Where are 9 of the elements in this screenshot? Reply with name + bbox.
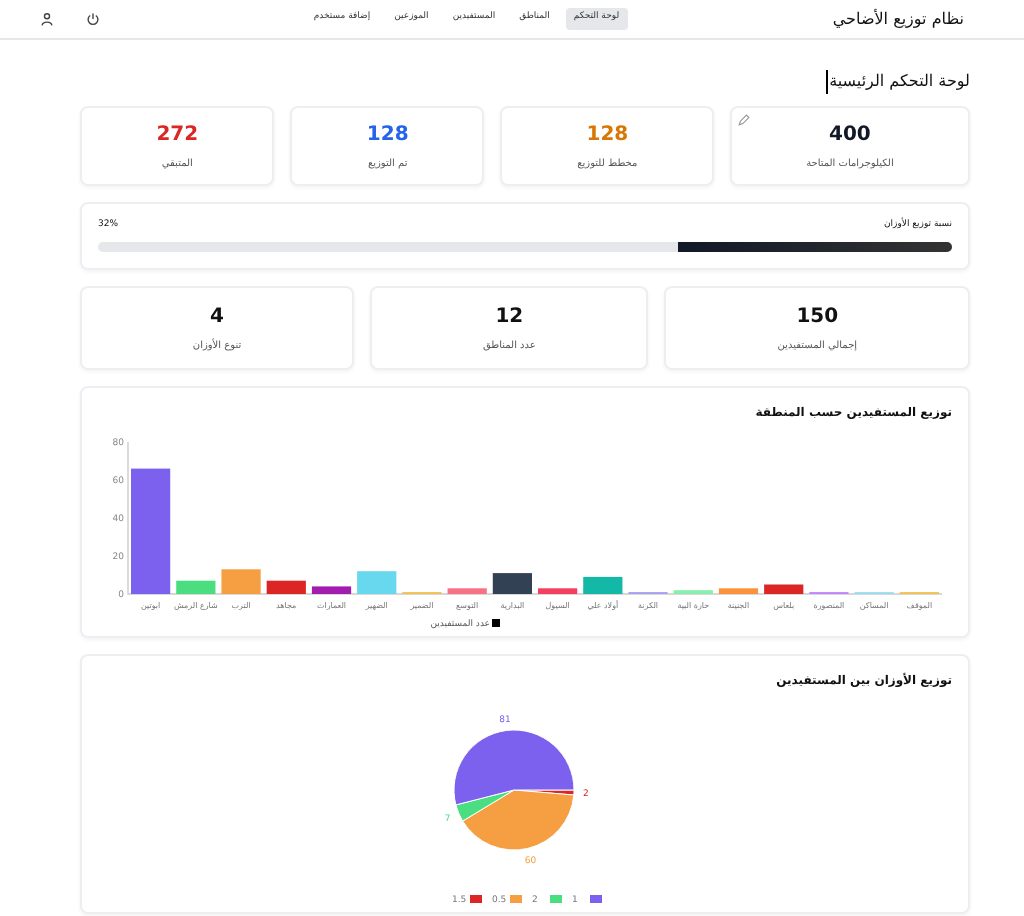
- stat-value: 128: [586, 121, 629, 150]
- stat-value: 150: [794, 303, 841, 331]
- stat-value: 400: [829, 121, 871, 150]
- page-title: لوحة التحكم الرئيسية: [825, 70, 970, 94]
- stat-value: 128: [366, 121, 409, 150]
- stat-value: 272: [156, 121, 199, 150]
- app-title: نظام توزيع الأضاحي: [832, 7, 964, 31]
- stat-value: 12: [493, 303, 526, 331]
- stat-value: 4: [208, 303, 226, 331]
